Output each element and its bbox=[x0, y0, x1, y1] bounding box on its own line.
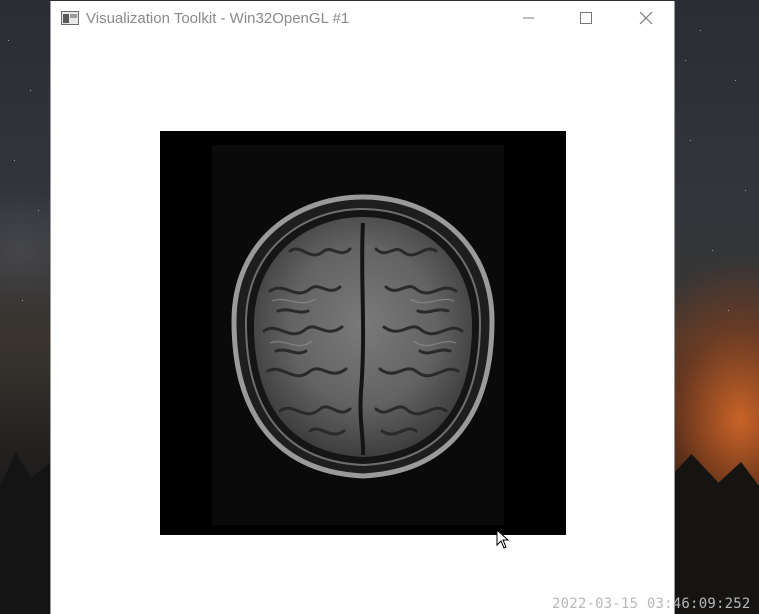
minimize-icon bbox=[523, 17, 534, 19]
mouse-pointer-icon bbox=[496, 529, 510, 549]
app-window-icon bbox=[61, 11, 79, 25]
window-title: Visualization Toolkit - Win32OpenGL #1 bbox=[86, 10, 350, 27]
wallpaper-mountain-right bbox=[669, 454, 759, 614]
title-bar[interactable]: Visualization Toolkit - Win32OpenGL #1 bbox=[51, 1, 674, 35]
close-icon bbox=[639, 11, 653, 25]
close-button[interactable] bbox=[623, 1, 669, 35]
mri-image-viewport[interactable] bbox=[160, 131, 566, 535]
brain-mri-slice bbox=[231, 194, 495, 479]
minimize-button[interactable] bbox=[506, 1, 552, 35]
maximize-icon bbox=[580, 12, 592, 24]
vtk-render-window[interactable]: Visualization Toolkit - Win32OpenGL #1 bbox=[50, 1, 675, 614]
maximize-button[interactable] bbox=[563, 1, 609, 35]
timestamp-overlay: 2022-03-15 03:46:09:252 bbox=[552, 596, 751, 612]
wallpaper-mountain-left bbox=[0, 452, 52, 614]
render-canvas[interactable] bbox=[51, 35, 674, 614]
